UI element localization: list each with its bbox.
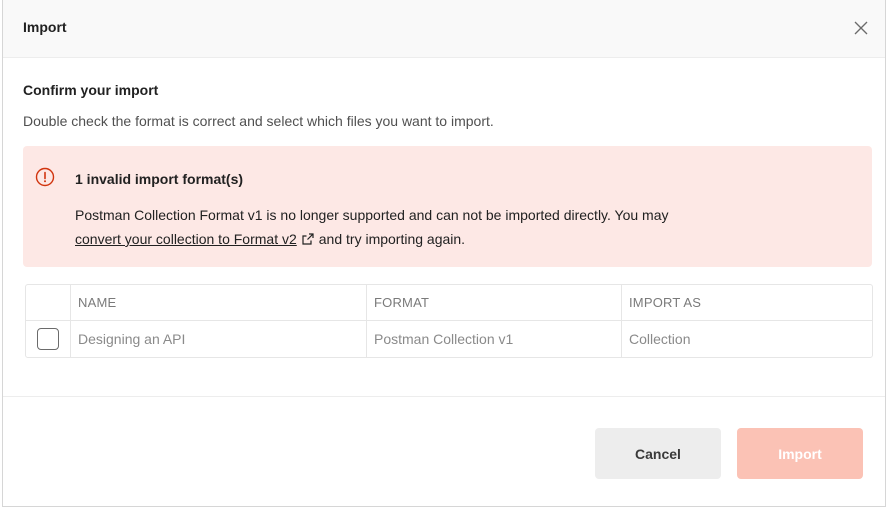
convert-collection-link[interactable]: convert your collection to Format v2 (75, 231, 297, 247)
alert-body: Postman Collection Format v1 is no longe… (75, 203, 855, 251)
cancel-button[interactable]: Cancel (595, 428, 721, 479)
confirm-title: Confirm your import (23, 82, 159, 98)
header-checkbox-cell (26, 285, 70, 320)
external-link-icon[interactable] (301, 232, 315, 246)
import-button[interactable]: Import (737, 428, 863, 479)
alert-body-suffix: and try importing again. (318, 231, 466, 247)
confirm-subtitle: Double check the format is correct and s… (23, 113, 494, 129)
row-name: Designing an API (70, 321, 366, 357)
row-select-checkbox[interactable] (37, 328, 59, 350)
import-dialog: Import Confirm your import Double check … (2, 0, 886, 507)
import-files-table: NAME FORMAT IMPORT AS Designing an API P… (25, 284, 873, 358)
error-circle-icon (35, 167, 55, 187)
column-header-import-as: IMPORT AS (621, 285, 872, 320)
dialog-title: Import (23, 19, 67, 35)
invalid-format-alert: 1 invalid import format(s) Postman Colle… (23, 146, 872, 267)
table-header-row: NAME FORMAT IMPORT AS (26, 285, 872, 321)
close-icon (854, 21, 868, 35)
column-header-name: NAME (70, 285, 366, 320)
column-header-format: FORMAT (366, 285, 621, 320)
row-import-as[interactable]: Collection (621, 321, 872, 357)
row-checkbox-cell (26, 321, 70, 357)
alert-body-text: Postman Collection Format v1 is no longe… (75, 207, 669, 223)
dialog-header: Import (3, 0, 885, 58)
row-format: Postman Collection v1 (366, 321, 621, 357)
footer-divider (3, 396, 885, 397)
close-button[interactable] (851, 18, 871, 38)
table-row: Designing an API Postman Collection v1 C… (26, 321, 872, 357)
alert-title: 1 invalid import format(s) (75, 171, 244, 187)
